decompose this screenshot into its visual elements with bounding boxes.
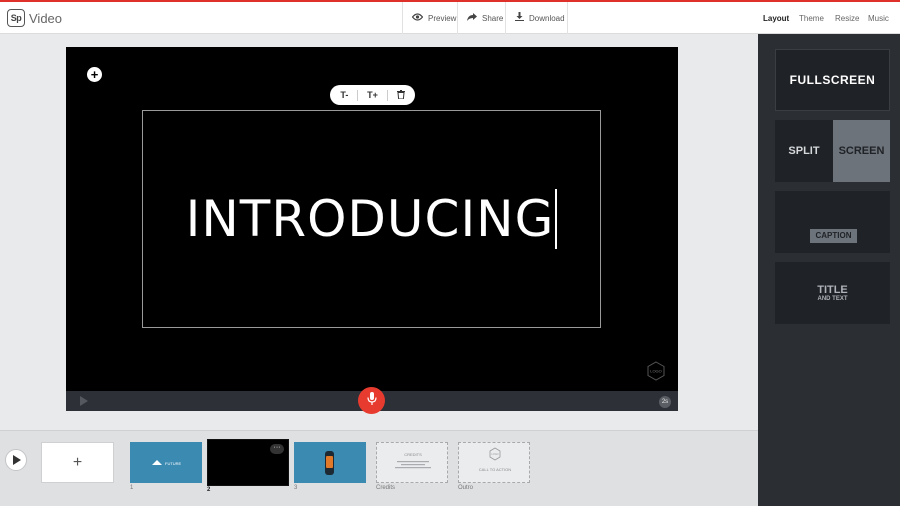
scene-credits-label: Credits: [376, 485, 396, 491]
plus-icon: +: [90, 67, 99, 82]
scene-thumbnail-3[interactable]: [294, 442, 366, 483]
layout-panel: FULLSCREEN SPLIT SCREEN CAPTION TITLE AN…: [758, 34, 900, 506]
increase-text-size-button[interactable]: T+: [367, 90, 378, 100]
layout-fullscreen[interactable]: FULLSCREEN: [775, 49, 890, 111]
app-logo[interactable]: Sp: [7, 9, 25, 27]
logo-placeholder[interactable]: LOGO: [646, 361, 666, 381]
split-left-label: SPLIT: [788, 145, 820, 157]
plus-icon: +: [72, 453, 83, 471]
scene-outro[interactable]: LOGO CALL TO ACTION: [458, 442, 530, 483]
svg-text:FUTURE: FUTURE: [165, 461, 182, 466]
scene-number-1: 1: [130, 485, 134, 491]
scene-duration-badge[interactable]: 2s: [659, 396, 671, 408]
layout-title-and-text[interactable]: TITLE AND TEXT: [775, 262, 890, 324]
download-label: Download: [529, 13, 565, 23]
text-toolbar: T- T+: [330, 85, 415, 105]
trash-icon[interactable]: [396, 89, 405, 101]
download-button[interactable]: Download: [505, 2, 568, 34]
microphone-icon: [366, 391, 377, 410]
play-icon[interactable]: [80, 396, 88, 406]
share-label: Share: [482, 13, 504, 23]
title-layout-label: TITLE: [817, 284, 848, 296]
toolbar-divider: [357, 89, 359, 101]
headline-textbox[interactable]: INTRODUCING: [142, 110, 601, 328]
caption-label: CAPTION: [810, 229, 857, 243]
svg-text:CALL TO ACTION: CALL TO ACTION: [479, 467, 511, 472]
svg-text:LOGO: LOGO: [650, 369, 662, 374]
svg-text:LOGO: LOGO: [491, 453, 498, 456]
video-canvas[interactable]: + T- T+ INTRODUCING LOGO 2s: [66, 47, 678, 411]
play-all-button[interactable]: [5, 449, 27, 471]
play-icon: [13, 455, 21, 465]
split-right-label: SCREEN: [833, 120, 890, 182]
top-bar: Sp Video Preview Share Download Layout T…: [0, 2, 900, 34]
tab-layout[interactable]: Layout: [763, 14, 789, 23]
add-scene-button[interactable]: +: [41, 442, 114, 483]
scene-outro-label: Outro: [458, 485, 474, 491]
scene-number-2: 2: [207, 487, 211, 493]
layout-split-screen[interactable]: SPLIT SCREEN: [775, 120, 890, 182]
scene-thumbnail-1[interactable]: FUTURE: [130, 442, 202, 483]
preview-label: Preview: [428, 13, 457, 23]
svg-text:CREDITS: CREDITS: [404, 452, 422, 457]
toolbar-divider: [386, 89, 388, 101]
add-element-button[interactable]: +: [87, 67, 102, 82]
scene-thumbnail-2[interactable]: ···: [207, 439, 289, 486]
tab-theme[interactable]: Theme: [799, 14, 824, 23]
tab-resize[interactable]: Resize: [835, 14, 859, 23]
layout-fullscreen-label: FULLSCREEN: [789, 73, 876, 87]
tab-music[interactable]: Music: [868, 14, 889, 23]
title-layout-sublabel: AND TEXT: [817, 296, 848, 302]
download-icon: [515, 12, 524, 24]
eye-icon: [411, 12, 424, 24]
layout-caption[interactable]: CAPTION: [775, 191, 890, 253]
share-arrow-icon: [467, 12, 477, 24]
scene-timeline: + FUTURE 1 ··· 2 3 CREDITS Credits LOGO …: [0, 430, 758, 506]
more-dots-icon[interactable]: ···: [270, 444, 284, 454]
scene-number-3: 3: [294, 485, 298, 491]
scene-credits[interactable]: CREDITS: [376, 442, 448, 483]
decrease-text-size-button[interactable]: T-: [340, 90, 348, 100]
app-title: Video: [29, 11, 63, 26]
share-button[interactable]: Share: [457, 2, 505, 34]
headline-text[interactable]: INTRODUCING: [186, 189, 558, 249]
microphone-button[interactable]: [358, 387, 385, 414]
preview-button[interactable]: Preview: [402, 2, 457, 34]
